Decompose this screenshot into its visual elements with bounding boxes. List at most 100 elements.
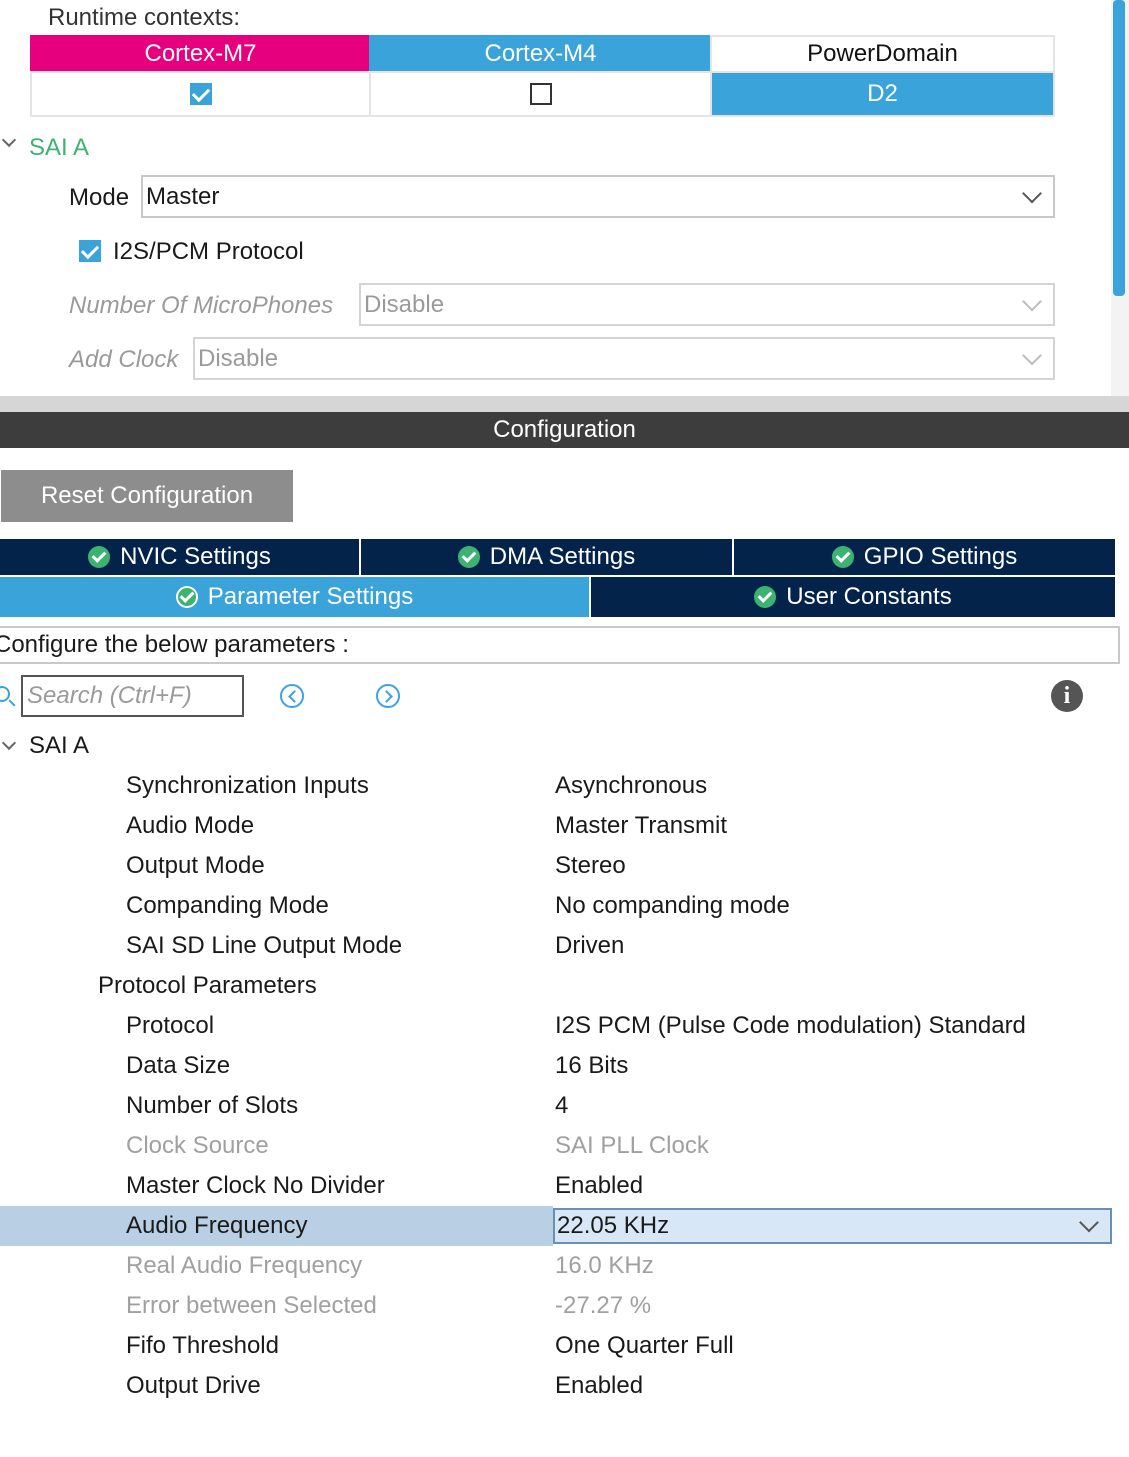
mode-select[interactable]: Master [141, 175, 1055, 218]
param-label: Output Mode [126, 852, 265, 879]
tab-user-label: User Constants [786, 583, 952, 610]
audio-frequency-select[interactable]: 22.05 KHz [553, 1208, 1112, 1244]
tab-user-constants[interactable]: User Constants [591, 577, 1115, 619]
param-row: Error between Selected -27.27 % [0, 1286, 1129, 1326]
i2s-pcm-checkbox[interactable] [79, 240, 101, 262]
param-group-protocol-parameters[interactable]: Protocol Parameters [0, 966, 1129, 1006]
configuration-title: Configuration [0, 412, 1129, 448]
configure-hint-text: Configure the below parameters : [0, 631, 349, 658]
add-clock-select[interactable]: Disable [193, 337, 1055, 380]
cortex-m7-checkbox[interactable] [189, 83, 212, 105]
param-row[interactable]: Output Mode Stereo [0, 846, 1129, 886]
param-value: Enabled [555, 1372, 644, 1399]
mode-panel: Runtime contexts: Cortex-M7 Cortex-M4 Po… [0, 0, 1129, 396]
param-label: Output Drive [126, 1372, 261, 1399]
i2s-pcm-label[interactable]: I2S/PCM Protocol [113, 238, 304, 266]
param-value: 16.0 KHz [555, 1252, 654, 1279]
param-label: Audio Mode [126, 812, 255, 839]
add-clock-label: Add Clock [69, 346, 179, 373]
runtime-cell-cortex-m7 [30, 71, 371, 117]
runtime-header-cortex-m7: Cortex-M7 [30, 35, 371, 73]
param-value: Asynchronous [555, 772, 708, 799]
param-row[interactable]: Synchronization Inputs Asynchronous [0, 766, 1129, 806]
param-label: Real Audio Frequency [126, 1252, 363, 1279]
search-next-icon[interactable] [376, 684, 400, 708]
reset-configuration-button[interactable]: Reset Configuration [1, 470, 293, 522]
param-label: Clock Source [126, 1132, 269, 1159]
param-label: Synchronization Inputs [126, 772, 369, 799]
param-label: Companding Mode [126, 892, 329, 919]
audio-frequency-row: 22.05 KHz [0, 1206, 1129, 1246]
chevron-down-icon [1022, 345, 1042, 365]
sai-a-section-title[interactable]: SAI A [29, 134, 89, 162]
tab-dma-settings[interactable]: DMA Settings [361, 539, 734, 577]
mode-panel-scrollbar-thumb[interactable] [1113, 0, 1125, 296]
search-prev-icon[interactable] [280, 684, 304, 708]
search-input[interactable] [21, 675, 244, 717]
param-group-label: Protocol Parameters [98, 972, 317, 999]
tab-nvic-settings[interactable]: NVIC Settings [0, 539, 361, 577]
param-row[interactable]: Data Size 16 Bits [0, 1046, 1129, 1086]
param-label: Fifo Threshold [126, 1332, 279, 1359]
add-clock-select-value: Disable [198, 344, 279, 372]
param-row: Clock Source SAI PLL Clock [0, 1126, 1129, 1166]
param-row[interactable]: Number of Slots 4 [0, 1086, 1129, 1126]
param-row[interactable]: Master Clock No Divider Enabled [0, 1166, 1129, 1206]
param-value: Master Transmit [555, 812, 728, 839]
param-value: No companding mode [555, 892, 790, 919]
param-value: I2S PCM (Pulse Code modulation) Standard [555, 1012, 1026, 1039]
param-row[interactable]: Fifo Threshold One Quarter Full [0, 1326, 1129, 1366]
cortex-m4-checkbox[interactable] [529, 83, 552, 105]
powerdomain-value[interactable]: D2 [710, 71, 1055, 117]
tab-param-label: Parameter Settings [207, 583, 414, 610]
param-row[interactable]: Output Drive Enabled [0, 1366, 1129, 1406]
configure-hint: Configure the below parameters : [0, 626, 1120, 664]
tab-parameter-settings[interactable]: Parameter Settings [0, 577, 591, 619]
param-value: Driven [555, 932, 625, 959]
param-value: -27.27 % [555, 1292, 652, 1319]
tab-gpio-settings[interactable]: GPIO Settings [734, 539, 1115, 577]
i2s-pcm-checkbox-wrap [79, 240, 101, 262]
runtime-cell-cortex-m4 [369, 71, 712, 117]
param-row[interactable]: SAI SD Line Output Mode Driven [0, 926, 1129, 966]
param-row[interactable]: Protocol I2S PCM (Pulse Code modulation)… [0, 1006, 1129, 1046]
sai-a-collapse-icon[interactable] [1, 132, 17, 148]
chevron-down-icon [1079, 1212, 1099, 1233]
check-circle-icon [88, 546, 111, 568]
tab-nvic-label: NVIC Settings [120, 543, 271, 570]
param-value: Stereo [555, 852, 626, 879]
mode-label: Mode [69, 184, 130, 211]
param-row[interactable]: Companding Mode No companding mode [0, 886, 1129, 926]
tab-dma-label: DMA Settings [489, 543, 636, 570]
info-icon[interactable]: i [1051, 680, 1083, 712]
runtime-header-powerdomain: PowerDomain [710, 35, 1055, 73]
mode-select-value: Master [146, 182, 220, 210]
chevron-down-icon [1022, 291, 1042, 311]
microphones-select[interactable]: Disable [359, 283, 1055, 326]
check-circle-icon [754, 586, 777, 608]
microphones-select-value: Disable [364, 290, 445, 318]
microphones-label: Number Of MicroPhones [69, 292, 334, 319]
search-icon-handle [8, 699, 16, 707]
param-value: SAI PLL Clock [555, 1132, 709, 1159]
audio-frequency-value: 22.05 KHz [557, 1212, 670, 1239]
param-value: One Quarter Full [555, 1332, 734, 1359]
runtime-contexts-label: Runtime contexts: [48, 4, 241, 31]
check-circle-icon [457, 546, 480, 568]
param-row: Real Audio Frequency 16.0 KHz [0, 1246, 1129, 1286]
param-row[interactable]: Audio Mode Master Transmit [0, 806, 1129, 846]
params-sai-a-collapse-icon[interactable] [1, 735, 17, 751]
param-value: 16 Bits [555, 1052, 629, 1079]
param-label: Master Clock No Divider [126, 1172, 385, 1199]
param-label: Data Size [126, 1052, 231, 1079]
tab-gpio-label: GPIO Settings [863, 543, 1018, 570]
param-value: Enabled [555, 1172, 644, 1199]
param-value: 4 [555, 1092, 569, 1119]
check-circle-icon [175, 586, 198, 608]
panel-splitter[interactable] [0, 396, 1129, 412]
param-label: Number of Slots [126, 1092, 299, 1119]
param-label: Protocol [126, 1012, 215, 1039]
runtime-header-cortex-m4: Cortex-M4 [369, 35, 712, 73]
chevron-down-icon [1022, 183, 1042, 203]
params-sai-a-title[interactable]: SAI A [29, 732, 89, 760]
